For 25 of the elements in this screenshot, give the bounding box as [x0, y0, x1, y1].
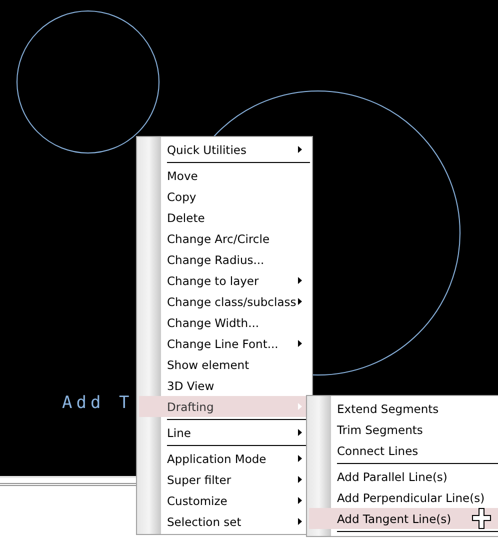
- menu-item[interactable]: Trim Segments: [309, 419, 498, 440]
- menu-item[interactable]: Add Parallel Line(s): [309, 466, 498, 487]
- menu-item[interactable]: Add Tangent Line(s): [309, 508, 498, 529]
- menu-item[interactable]: Connect Lines: [309, 440, 498, 461]
- menu-item[interactable]: Super filter: [139, 469, 310, 490]
- menu-item[interactable]: Change Width...: [139, 312, 310, 333]
- menu-item[interactable]: Copy: [139, 186, 310, 207]
- menu-item[interactable]: Change Line Font...: [139, 333, 310, 354]
- menu-item[interactable]: 3D View: [139, 375, 310, 396]
- menu-item[interactable]: Change class/subclass: [139, 291, 310, 312]
- menu-item[interactable]: Application Mode: [139, 448, 310, 469]
- menu-item[interactable]: Move: [139, 165, 310, 186]
- menu-item[interactable]: Change to layer: [139, 270, 310, 291]
- move-cursor-icon: [472, 508, 491, 529]
- menu-item[interactable]: Change Radius...: [139, 249, 310, 270]
- menu-item[interactable]: Show element: [139, 354, 310, 375]
- menu-item[interactable]: Add Perpendicular Line(s): [309, 487, 498, 508]
- menu-item[interactable]: Line: [139, 422, 310, 443]
- canvas-text: Add T: [62, 393, 134, 413]
- menu-item[interactable]: Quick Utilities: [139, 139, 310, 160]
- menu-item[interactable]: Customize: [139, 490, 310, 511]
- menu-item[interactable]: Extend Segments: [309, 398, 498, 419]
- menu-item[interactable]: Change Arc/Circle: [139, 228, 310, 249]
- menu-item[interactable]: Selection set: [139, 511, 310, 532]
- menu-item[interactable]: Delete: [139, 207, 310, 228]
